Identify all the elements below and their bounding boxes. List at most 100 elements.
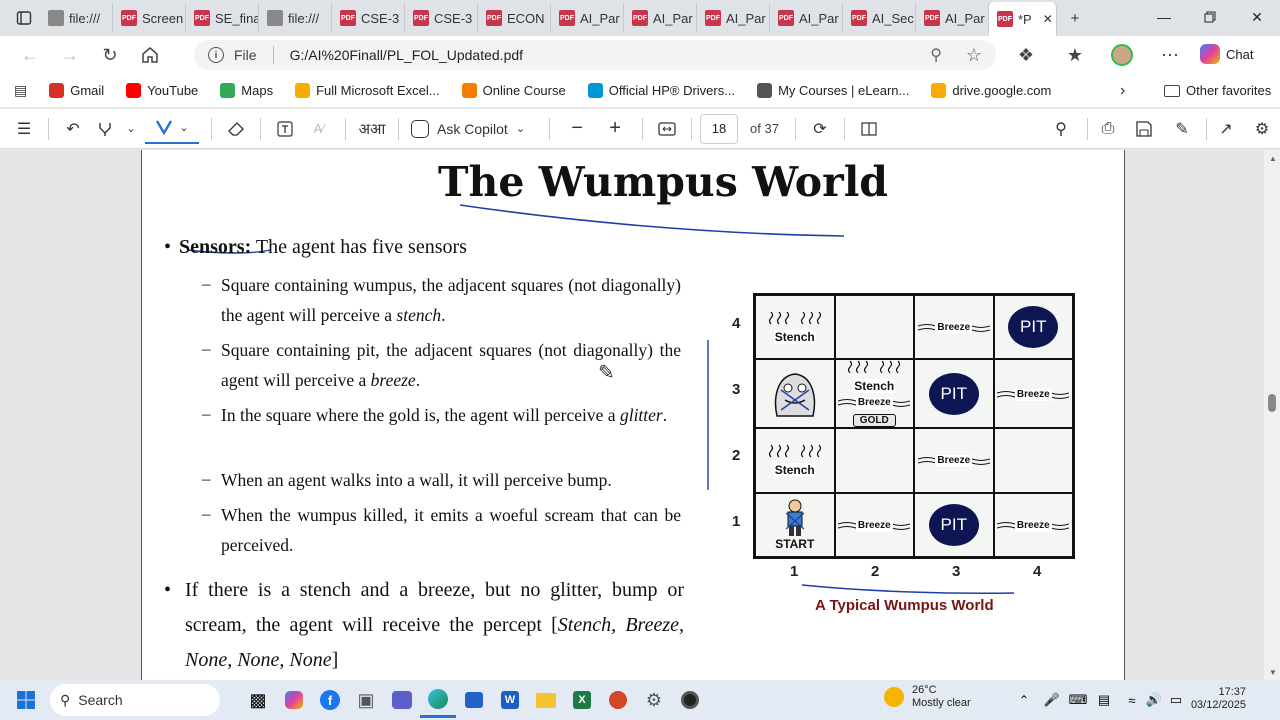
undo-icon[interactable]: ↶ xyxy=(61,114,85,144)
powerpoint-icon[interactable] xyxy=(600,682,636,718)
ask-copilot-button[interactable]: Ask Copilot ⌄ xyxy=(411,114,525,144)
eraser-icon[interactable] xyxy=(224,114,248,144)
close-window-button[interactable]: ✕ xyxy=(1234,0,1280,34)
pdf-viewer[interactable]: The Wumpus World • Sensors: The agent has… xyxy=(0,150,1280,680)
battery-icon[interactable]: ▭ xyxy=(1158,682,1194,718)
favorites-bar: ▤ Gmail YouTube Maps Full Microsoft Excel..… xyxy=(0,74,1280,108)
excel-icon[interactable]: X xyxy=(564,682,600,718)
zoom-in-button[interactable]: + xyxy=(600,114,630,144)
save-as-icon[interactable]: ✎ xyxy=(1170,114,1194,144)
row-label: 3 xyxy=(732,381,741,398)
text-box-icon[interactable] xyxy=(273,114,297,144)
tab-label: AI_Par xyxy=(580,10,620,26)
zoom-out-button[interactable]: − xyxy=(562,114,592,144)
forward-button[interactable]: → xyxy=(50,38,90,72)
back-button[interactable]: ← xyxy=(10,38,50,72)
chrome-icon[interactable] xyxy=(672,682,708,718)
camera-icon[interactable]: ▣ xyxy=(348,682,384,718)
word-icon[interactable]: W xyxy=(492,682,528,718)
print-icon[interactable]: ⎙ xyxy=(1096,114,1120,144)
fit-page-icon[interactable] xyxy=(655,114,679,144)
chevron-down-icon[interactable]: ⌄ xyxy=(125,114,137,144)
world-cell: PIT xyxy=(914,492,994,557)
pdf-icon: PDF xyxy=(778,10,794,26)
star-icon[interactable]: ☆ xyxy=(966,45,982,66)
favorite-6[interactable]: My Courses | eLearn... xyxy=(757,83,909,98)
favorite-3[interactable]: Full Microsoft Excel... xyxy=(295,83,440,98)
tab-13[interactable]: PDF AI_Par xyxy=(916,3,989,33)
tab-14[interactable]: PDF *P ✕ xyxy=(989,2,1057,36)
favorite-1[interactable]: YouTube xyxy=(126,83,198,98)
settings-gear-icon[interactable]: ⚙ xyxy=(1250,114,1274,144)
clock[interactable]: 17:37 03/12/2025 xyxy=(1190,686,1246,712)
favorites-icon[interactable]: ★ xyxy=(1055,38,1095,72)
close-tab-icon[interactable]: ✕ xyxy=(1043,12,1053,26)
highlighter-icon[interactable] xyxy=(93,114,117,144)
pdf-page: The Wumpus World • Sensors: The agent has… xyxy=(141,150,1125,680)
more-menu-icon[interactable]: ⋯ xyxy=(1150,38,1190,72)
page-view-icon[interactable] xyxy=(857,114,881,144)
wumpus-world-grid: Stench Breeze PIT Stench Breeze GOLD PIT Breeze… xyxy=(753,293,1075,559)
edge-icon[interactable] xyxy=(420,682,456,718)
taskbar-search[interactable]: ⚲ Search xyxy=(50,684,220,716)
facebook-icon[interactable]: f xyxy=(312,682,348,718)
maximize-button[interactable] xyxy=(1187,0,1233,34)
wumpus-icon xyxy=(774,373,815,417)
task-view-icon[interactable]: ▩ xyxy=(240,682,276,718)
minimize-button[interactable]: — xyxy=(1141,0,1187,34)
read-aloud-icon[interactable]: अआ xyxy=(358,114,386,144)
tab-7[interactable]: PDF ECON xyxy=(478,3,551,33)
copilot-app-icon[interactable] xyxy=(276,682,312,718)
stench-label: Stench xyxy=(853,379,896,394)
favorite-0[interactable]: Gmail xyxy=(49,83,104,98)
tab-3[interactable]: PDF SE_fina xyxy=(186,3,259,33)
open-external-icon[interactable]: ↗ xyxy=(1214,114,1238,144)
scrollbar-thumb[interactable] xyxy=(1268,394,1276,412)
search-icon[interactable]: ⚲ xyxy=(1049,114,1073,144)
home-button[interactable] xyxy=(130,38,170,72)
favorite-5[interactable]: Official HP® Drivers... xyxy=(587,83,735,98)
sidebar-toggle-icon[interactable]: ▤ xyxy=(14,82,27,99)
tab-6[interactable]: PDF CSE-3 xyxy=(405,3,478,33)
url-field[interactable]: i File G:/AI%20Finall/PL_FOL_Updated.pdf… xyxy=(194,40,996,70)
tab-1[interactable]: file:/// xyxy=(40,3,113,33)
chat-label: Chat xyxy=(1226,46,1254,62)
chevron-right-icon[interactable]: › xyxy=(1120,82,1125,100)
other-favorites[interactable]: Other favorites xyxy=(1164,83,1271,98)
tab-5[interactable]: PDF CSE-3 xyxy=(332,3,405,33)
tab-2[interactable]: PDF Screen xyxy=(113,3,186,33)
url-text[interactable]: G:/AI%20Finall/PL_FOL_Updated.pdf xyxy=(290,47,523,63)
contents-icon[interactable]: ☰ xyxy=(12,114,36,144)
vertical-scrollbar[interactable]: ▲ ▼ xyxy=(1264,150,1280,680)
copilot-chat-button[interactable]: Chat xyxy=(1200,44,1253,64)
sub-bullet-text: When the wumpus killed, it emits a woefu… xyxy=(221,505,681,555)
tab-9[interactable]: PDF AI_Par xyxy=(624,3,697,33)
favorite-2[interactable]: Maps xyxy=(220,83,273,98)
info-icon[interactable]: i xyxy=(208,47,224,63)
tab-8[interactable]: PDF AI_Par xyxy=(551,3,624,33)
draw-tool-button[interactable]: ⌄ xyxy=(145,114,199,144)
settings-icon[interactable]: ⚙ xyxy=(636,682,672,718)
tab-4[interactable]: file:/// xyxy=(259,3,332,33)
new-tab-button[interactable]: + xyxy=(1061,4,1089,32)
favorite-7[interactable]: drive.google.com xyxy=(931,83,1051,98)
text-format-icon[interactable]: A⁄ xyxy=(305,114,333,144)
tab-10[interactable]: PDF AI_Par xyxy=(697,3,770,33)
tab-12[interactable]: PDF AI_Sec xyxy=(843,3,916,33)
profile-avatar[interactable] xyxy=(1102,38,1142,72)
store-icon[interactable] xyxy=(456,682,492,718)
page-number-input[interactable]: 18 xyxy=(700,113,739,144)
weather-widget[interactable]: 26°C Mostly clear xyxy=(884,684,971,710)
teams-icon[interactable] xyxy=(384,682,420,718)
tab-11[interactable]: PDF AI_Par xyxy=(770,3,843,33)
rotate-icon[interactable]: ⟳ xyxy=(808,114,832,144)
save-icon[interactable] xyxy=(1132,114,1156,144)
extensions-icon[interactable]: ❖ xyxy=(1006,38,1046,72)
tab-actions-icon[interactable] xyxy=(8,4,40,32)
favorite-4[interactable]: Online Course xyxy=(461,83,566,98)
refresh-button[interactable]: ↻ xyxy=(90,38,130,72)
pdf-icon: PDF xyxy=(413,10,429,26)
explorer-icon[interactable] xyxy=(528,682,564,718)
start-icon[interactable] xyxy=(8,682,44,718)
zoom-icon[interactable]: ⚲ xyxy=(930,45,942,65)
